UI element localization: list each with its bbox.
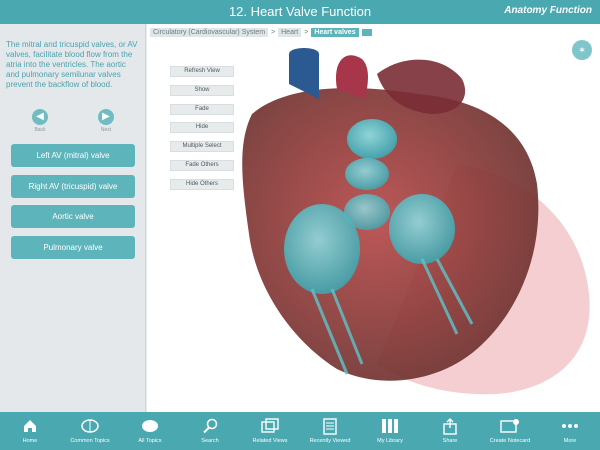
show-button[interactable]: Show (170, 85, 234, 96)
my-library-label: My Library (377, 438, 403, 444)
create-notecard-label: Create Notecard (489, 438, 531, 444)
next-button[interactable]: ▶ Next (86, 109, 126, 133)
more-label: More (563, 438, 577, 444)
description-text: The mitral and tricuspid valves, or AV v… (6, 40, 138, 89)
breadcrumb-item-circulatory[interactable]: Circulatory (Cardiovascular) System (150, 27, 269, 37)
brain-icon (80, 416, 100, 436)
share-label: Share (442, 438, 458, 444)
home-label: Home (22, 438, 38, 444)
breadcrumb-separator: > (271, 28, 276, 36)
books-icon (380, 416, 400, 436)
heart-model[interactable] (227, 44, 600, 412)
share-icon (440, 416, 460, 436)
all-topics-label: All Topics (138, 438, 162, 444)
hide-others-button[interactable]: Hide Others (170, 179, 234, 190)
brand-logo: Anatomy Function (504, 5, 592, 16)
search-tab[interactable]: Search (180, 412, 240, 450)
notecard-icon[interactable] (361, 28, 372, 36)
breadcrumb-separator: > (304, 28, 309, 36)
left-panel: The mitral and tricuspid valves, or AV v… (0, 24, 146, 412)
home-tab[interactable]: Home (0, 412, 60, 450)
refresh-view-button[interactable]: Refresh View (170, 66, 234, 77)
home-icon (20, 416, 40, 436)
notecard-icon (500, 416, 520, 436)
fade-button[interactable]: Fade (170, 104, 234, 115)
tricuspid-valve-button[interactable]: Right AV (tricuspid) valve (11, 175, 135, 198)
aortic-valve-button[interactable]: Aortic valve (11, 205, 135, 228)
magnifier-icon (200, 416, 220, 436)
my-library-tab[interactable]: My Library (360, 412, 420, 450)
aortic-valve-shape (345, 158, 389, 190)
related-views-label: Related Views (252, 438, 288, 444)
document-icon (320, 416, 340, 436)
brain-icon (140, 416, 160, 436)
pulmonary-valve-shape (347, 119, 397, 159)
breadcrumb: Circulatory (Cardiovascular) System > He… (150, 26, 372, 38)
more-tab[interactable]: More (540, 412, 600, 450)
share-tab[interactable]: Share (420, 412, 480, 450)
tricuspid-valve-shape (389, 194, 455, 264)
common-topics-tab[interactable]: Common Topics (60, 412, 120, 450)
mitral-valve-shape (284, 204, 360, 294)
back-button[interactable]: ◀ Back (20, 109, 60, 133)
model-viewport[interactable]: Circulatory (Cardiovascular) System > He… (147, 24, 600, 412)
create-notecard-tab[interactable]: Create Notecard (480, 412, 540, 450)
next-label: Next (100, 127, 112, 133)
vena-cava-shape (289, 48, 319, 99)
common-topics-label: Common Topics (70, 438, 110, 444)
search-label: Search (201, 438, 219, 444)
recently-viewed-label: Recently Viewed (309, 438, 351, 444)
ellipsis-icon (560, 416, 580, 436)
pulmonary-valve-button[interactable]: Pulmonary valve (11, 236, 135, 259)
all-topics-tab[interactable]: All Topics (120, 412, 180, 450)
fade-others-button[interactable]: Fade Others (170, 160, 234, 171)
recently-viewed-tab[interactable]: Recently Viewed (300, 412, 360, 450)
back-label: Back (34, 127, 46, 133)
related-views-tab[interactable]: Related Views (240, 412, 300, 450)
hide-button[interactable]: Hide (170, 122, 234, 133)
next-arrow-icon: ▶ (98, 109, 114, 125)
bottom-toolbar: Home Common Topics All Topics Search Rel… (0, 412, 600, 450)
breadcrumb-item-heart-valves[interactable]: Heart valves (311, 27, 359, 37)
back-arrow-icon: ◀ (32, 109, 48, 125)
breadcrumb-item-heart[interactable]: Heart (278, 27, 302, 37)
images-icon (260, 416, 280, 436)
app-header: 12. Heart Valve Function Anatomy Functio… (0, 0, 600, 24)
mitral-valve-button[interactable]: Left AV (mitral) valve (11, 144, 135, 167)
multiple-select-button[interactable]: Multiple Select (170, 141, 234, 152)
